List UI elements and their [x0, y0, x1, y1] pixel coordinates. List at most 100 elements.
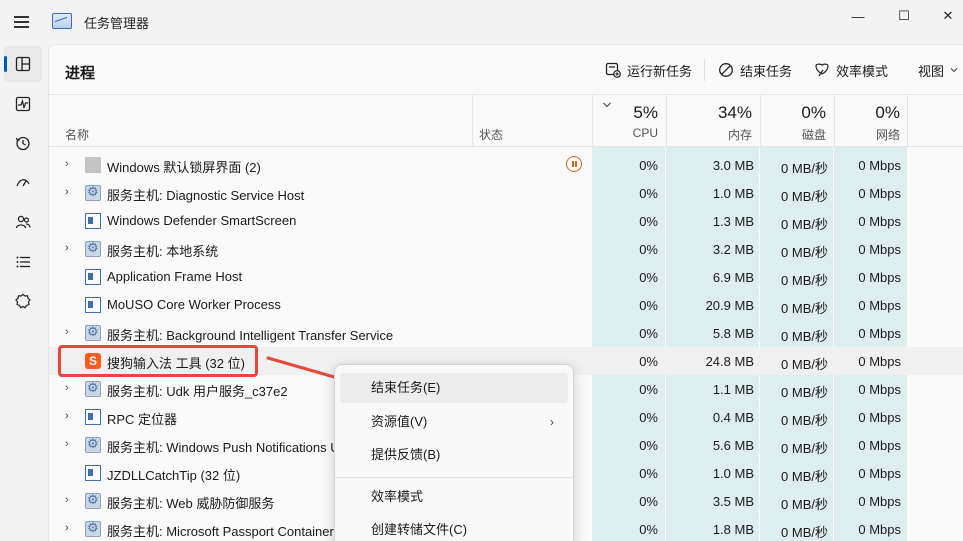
context-menu: 结束任务(E) 资源值(V) › 提供反馈(B) 效率模式 创建转储文件(C) — [334, 364, 574, 541]
chevron-right-icon[interactable]: › — [65, 522, 77, 536]
network-value: 0 Mbps — [858, 242, 901, 257]
column-header-cpu[interactable]: 5% CPU — [592, 95, 666, 147]
memory-value: 1.1 MB — [712, 382, 754, 397]
process-name: JZDLLCatchTip (32 位) — [107, 468, 241, 483]
menu-item-end-task[interactable]: 结束任务(E) — [340, 373, 568, 403]
title-bar: 任务管理器 — ☐ ✕ — [0, 0, 963, 44]
table-row[interactable]: › 服务主机: 本地系统 0% 3.2 MB 0 MB/秒 0 Mbps — [49, 235, 963, 263]
network-value: 0 Mbps — [858, 522, 901, 537]
maximize-button[interactable]: ☐ — [881, 4, 927, 28]
chevron-right-icon[interactable]: › — [65, 242, 77, 256]
table-row[interactable]: MoUSO Core Worker Process 0% 20.9 MB 0 M… — [49, 291, 963, 319]
menu-item-feedback[interactable]: 提供反馈(B) — [340, 440, 568, 470]
end-task-button[interactable]: 结束任务 — [718, 59, 792, 81]
network-value: 0 Mbps — [858, 298, 901, 313]
disk-label: 磁盘 — [801, 128, 826, 142]
network-value: 0 Mbps — [858, 186, 901, 201]
chevron-right-icon[interactable]: › — [65, 410, 77, 424]
memory-value: 1.3 MB — [712, 214, 754, 229]
memory-value: 1.8 MB — [712, 522, 754, 537]
close-button[interactable]: ✕ — [925, 4, 963, 28]
memory-value: 3.5 MB — [712, 494, 754, 509]
resource-values-label: 资源值(V) — [371, 414, 428, 429]
menu-item-create-dump[interactable]: 创建转储文件(C) — [340, 515, 568, 541]
memory-value: 5.8 MB — [712, 326, 754, 341]
chevron-right-icon[interactable]: › — [65, 158, 77, 172]
disk-value: 0 MB/秒 — [781, 497, 828, 512]
sidebar-item-processes[interactable] — [4, 46, 42, 82]
chevron-down-icon — [950, 68, 958, 73]
disk-value: 0 MB/秒 — [781, 385, 828, 400]
cpu-value: 0% — [639, 158, 658, 173]
menu-item-resource-values[interactable]: 资源值(V) › — [340, 407, 568, 437]
cpu-value: 0% — [639, 186, 658, 201]
window-app-icon — [85, 409, 101, 425]
chevron-right-icon[interactable]: › — [65, 382, 77, 396]
view-button[interactable]: 视图 — [918, 59, 958, 81]
end-task-label: 结束任务 — [740, 63, 793, 79]
process-name: 服务主机: Microsoft Passport Container — [107, 524, 334, 539]
chevron-right-icon[interactable]: › — [65, 438, 77, 452]
memory-value: 5.6 MB — [712, 438, 754, 453]
efficiency-mode-button[interactable]: 效率模式 — [814, 59, 888, 81]
menu-item-efficiency-mode[interactable]: 效率模式 — [340, 482, 568, 512]
chevron-right-icon[interactable]: › — [65, 326, 77, 340]
process-name: Windows Defender SmartScreen — [107, 213, 297, 228]
minimize-button[interactable]: — — [835, 4, 881, 28]
details-icon — [16, 256, 30, 268]
cpu-value: 0% — [639, 466, 658, 481]
disk-value: 0 MB/秒 — [781, 357, 828, 372]
network-value: 0 Mbps — [858, 466, 901, 481]
memory-value: 20.9 MB — [705, 298, 754, 313]
process-name: Windows 默认锁屏界面 (2) — [107, 160, 261, 175]
column-header-disk[interactable]: 0% 磁盘 — [760, 95, 834, 147]
sidebar-item-details[interactable] — [4, 244, 42, 280]
table-row[interactable]: › 服务主机: Diagnostic Service Host 0% 1.0 M… — [49, 179, 963, 207]
service-host-icon — [85, 324, 101, 341]
run-new-task-label: 运行新任务 — [627, 63, 693, 79]
column-header-memory[interactable]: 34% 内存 — [666, 95, 760, 147]
memory-value: 6.9 MB — [712, 270, 754, 285]
table-row[interactable]: Windows Defender SmartScreen 0% 1.3 MB 0… — [49, 207, 963, 235]
task-manager-logo-icon — [52, 13, 72, 29]
table-row[interactable]: › 服务主机: Background Intelligent Transfer … — [49, 319, 963, 347]
sidebar-item-services[interactable] — [4, 283, 42, 319]
process-name: 服务主机: Windows Push Notifications U — [107, 440, 337, 455]
memory-value: 3.2 MB — [712, 242, 754, 257]
column-header-network[interactable]: 0% 网络 — [834, 95, 908, 147]
column-divider — [907, 95, 908, 147]
toolbar: 进程 运行新任务 结束任务 效率模式 视图 — [49, 45, 963, 95]
network-value: 0 Mbps — [858, 382, 901, 397]
column-divider — [472, 95, 473, 147]
sidebar-item-performance[interactable] — [4, 86, 42, 122]
chevron-right-icon: › — [550, 415, 554, 429]
memory-value: 1.0 MB — [712, 466, 754, 481]
disk-value: 0 MB/秒 — [781, 525, 828, 540]
efficiency-mode-label: 效率模式 — [836, 63, 889, 79]
view-label: 视图 — [918, 63, 945, 79]
column-header-status[interactable]: 状态 — [479, 126, 503, 143]
chevron-right-icon[interactable]: › — [65, 186, 77, 200]
sidebar-item-users[interactable] — [4, 204, 42, 240]
cpu-value: 0% — [639, 522, 658, 537]
table-row[interactable]: Application Frame Host 0% 6.9 MB 0 MB/秒 … — [49, 263, 963, 291]
cpu-value: 0% — [639, 354, 658, 369]
toolbar-divider — [704, 59, 705, 81]
table-row[interactable]: › Windows 默认锁屏界面 (2) 0% 3.0 MB 0 MB/秒 0 … — [49, 151, 963, 179]
disk-value: 0 MB/秒 — [781, 217, 828, 232]
disk-value: 0 MB/秒 — [781, 441, 828, 456]
end-task-icon — [719, 63, 733, 77]
lock-screen-app-icon — [85, 157, 101, 173]
cpu-value: 0% — [639, 298, 658, 313]
network-value: 0 Mbps — [858, 214, 901, 229]
sidebar-item-app-history[interactable] — [4, 125, 42, 161]
chevron-right-icon[interactable]: › — [65, 494, 77, 508]
menu-icon[interactable] — [12, 14, 32, 30]
network-value: 0 Mbps — [858, 438, 901, 453]
network-value: 0 Mbps — [858, 270, 901, 285]
sidebar-item-startup[interactable] — [4, 165, 42, 201]
run-new-task-button[interactable]: 运行新任务 — [605, 59, 692, 81]
window-app-icon — [85, 297, 101, 313]
column-header-name[interactable]: 名称 — [65, 126, 89, 143]
process-name: Application Frame Host — [107, 269, 243, 284]
